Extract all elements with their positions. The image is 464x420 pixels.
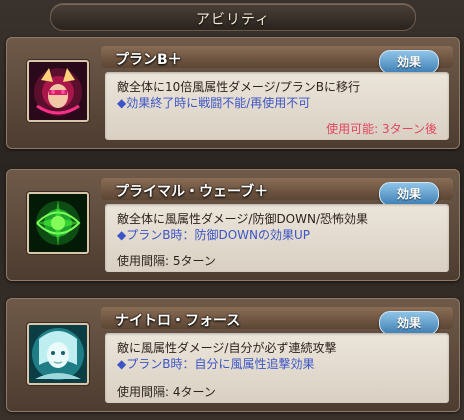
ability-screen: アビリティ プランB＋ 効果 敵全体に10倍風属性ダメージ/プランBに移行 ◆効… — [0, 0, 464, 420]
ability-card-plan-b[interactable]: プランB＋ 効果 敵全体に10倍風属性ダメージ/プランBに移行 ◆効果終了時に戦… — [6, 37, 460, 149]
ability-description: 敵に風属性ダメージ/自分が必ず連続攻撃 — [117, 341, 337, 355]
ability-title-bar: プライマル・ウェーブ＋ 効果 — [101, 178, 453, 206]
effect-button[interactable]: 効果 — [379, 50, 439, 74]
ability-title-bar: ナイトロ・フォース 効果 — [101, 307, 453, 335]
ability-description: 敵全体に10倍風属性ダメージ/プランBに移行 — [117, 80, 360, 94]
ability-title-bar: プランB＋ 効果 — [101, 46, 453, 74]
ability-description-panel: 敵全体に風属性ダメージ/防御DOWN/恐怖効果 ◆プランB時：防御DOWNの効果… — [105, 204, 449, 272]
page-title: アビリティ — [195, 12, 271, 28]
ability-name: プライマル・ウェーブ＋ — [115, 184, 269, 200]
ability-description-panel: 敵全体に10倍風属性ダメージ/プランBに移行 ◆効果終了時に戦闘不能/再使用不可… — [105, 72, 449, 140]
ability-name: プランB＋ — [115, 52, 182, 68]
use-interval: 使用間隔: 4ターン — [117, 385, 216, 399]
effect-button[interactable]: 効果 — [379, 311, 439, 335]
ability-note: ◆プランB時：防御DOWNの効果UP — [117, 228, 311, 242]
use-interval: 使用間隔: 5ターン — [117, 254, 216, 268]
ability-card-nitro-force[interactable]: ナイトロ・フォース 効果 敵に風属性ダメージ/自分が必ず連続攻撃 ◆プランB時：… — [6, 298, 460, 412]
effect-button[interactable]: 効果 — [379, 182, 439, 206]
ability-description: 敵全体に風属性ダメージ/防御DOWN/恐怖効果 — [117, 212, 369, 226]
cooldown-status: 使用可能: 3ターン後 — [326, 122, 437, 136]
red-demon-portrait-icon — [27, 60, 89, 122]
cyan-character-portrait-icon — [27, 323, 89, 385]
ability-name: ナイトロ・フォース — [115, 313, 241, 329]
ability-description-panel: 敵に風属性ダメージ/自分が必ず連続攻撃 ◆プランB時：自分に風属性追撃効果 使用… — [105, 333, 449, 403]
ability-note: ◆効果終了時に戦闘不能/再使用不可 — [117, 96, 311, 110]
header-bar: アビリティ — [50, 3, 416, 31]
ability-card-primal-wave[interactable]: プライマル・ウェーブ＋ 効果 敵全体に風属性ダメージ/防御DOWN/恐怖効果 ◆… — [6, 169, 460, 281]
ability-note: ◆プランB時：自分に風属性追撃効果 — [117, 357, 315, 371]
green-wave-icon — [27, 192, 89, 254]
